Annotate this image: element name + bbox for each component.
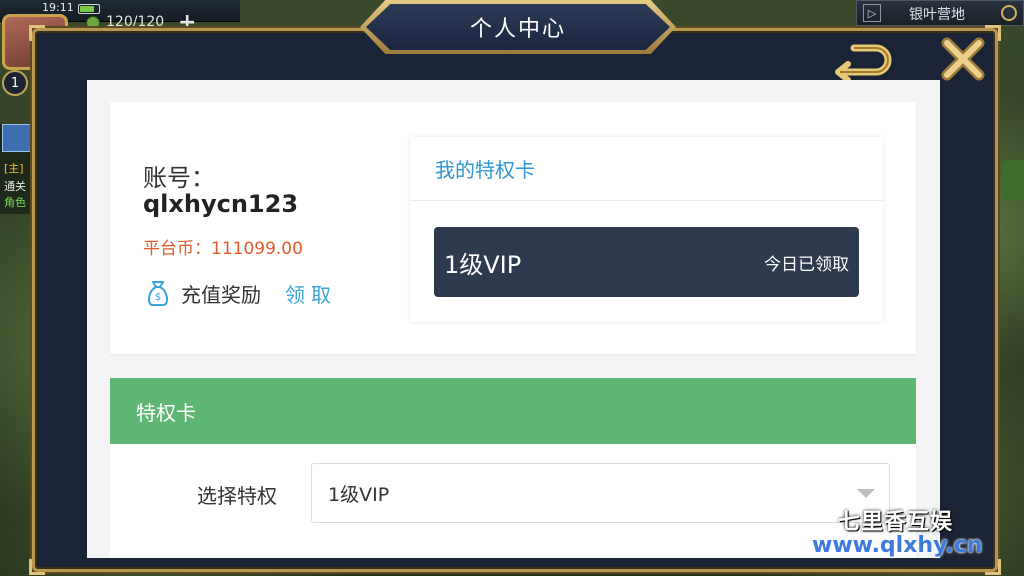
- status-time: 19:11: [42, 1, 74, 14]
- vip-level: 1级VIP: [444, 250, 522, 279]
- task-line-1: 通关: [4, 180, 26, 193]
- select-privilege-label: 选择特权: [197, 484, 277, 508]
- privilege-select-value: 1级VIP: [328, 483, 390, 506]
- task-tag: [主]: [4, 162, 24, 175]
- content-panel: 账号： qlxhycn123 平台币：111099.00 $ 充值奖励 领取 我…: [87, 80, 940, 558]
- back-button[interactable]: [834, 40, 894, 80]
- account-label: 账号：: [143, 164, 215, 192]
- close-button[interactable]: [940, 36, 986, 82]
- privilege-select[interactable]: 1级VIP: [311, 463, 890, 523]
- my-privilege-card-header: 我的特权卡: [410, 137, 883, 201]
- svg-text:$: $: [155, 292, 161, 303]
- account-card: 账号： qlxhycn123 平台币：111099.00 $ 充值奖励 领取 我…: [110, 102, 916, 354]
- location-name: 银叶营地: [909, 7, 965, 23]
- platform-coins: 平台币：111099.00: [143, 239, 303, 259]
- recharge-reward-row: $ 充值奖励 领取: [145, 278, 337, 308]
- vip-card[interactable]: 1级VIP 今日已领取: [434, 227, 859, 297]
- account-id: qlxhycn123: [143, 190, 299, 218]
- modal-title: 个人中心: [469, 17, 566, 42]
- corner-ornament: [29, 25, 45, 41]
- corner-ornament: [985, 559, 1001, 575]
- privilege-section-header: 特权卡: [110, 378, 916, 444]
- expand-arrow-icon[interactable]: ▷: [863, 4, 881, 22]
- claim-button[interactable]: 领取: [285, 279, 337, 308]
- privilege-form: 选择特权 1级VIP: [110, 444, 916, 558]
- my-privilege-card-box: 我的特权卡 1级VIP 今日已领取: [410, 137, 883, 322]
- corner-ornament: [29, 559, 45, 575]
- recharge-reward-label: 充值奖励: [181, 282, 261, 307]
- money-bag-icon: $: [147, 281, 169, 306]
- battery-icon: [78, 4, 100, 14]
- location-bar[interactable]: ▷ 银叶营地: [856, 0, 1024, 26]
- level-badge: 1: [2, 70, 28, 96]
- close-icon: [941, 37, 985, 81]
- task-line-2: 角色: [4, 196, 26, 209]
- watermark-site-name: 七里香互娱: [838, 509, 954, 535]
- skill-icon[interactable]: [2, 124, 32, 152]
- chevron-down-icon: [857, 489, 875, 498]
- corner-ornament: [985, 25, 1001, 41]
- vip-claim-status: 今日已领取: [764, 254, 849, 275]
- side-menu-tab[interactable]: [1002, 160, 1024, 200]
- watermark-url: www.qlxhy.cn: [812, 533, 983, 558]
- minimap-icon[interactable]: [1001, 5, 1017, 21]
- back-arrow-icon: [835, 44, 892, 80]
